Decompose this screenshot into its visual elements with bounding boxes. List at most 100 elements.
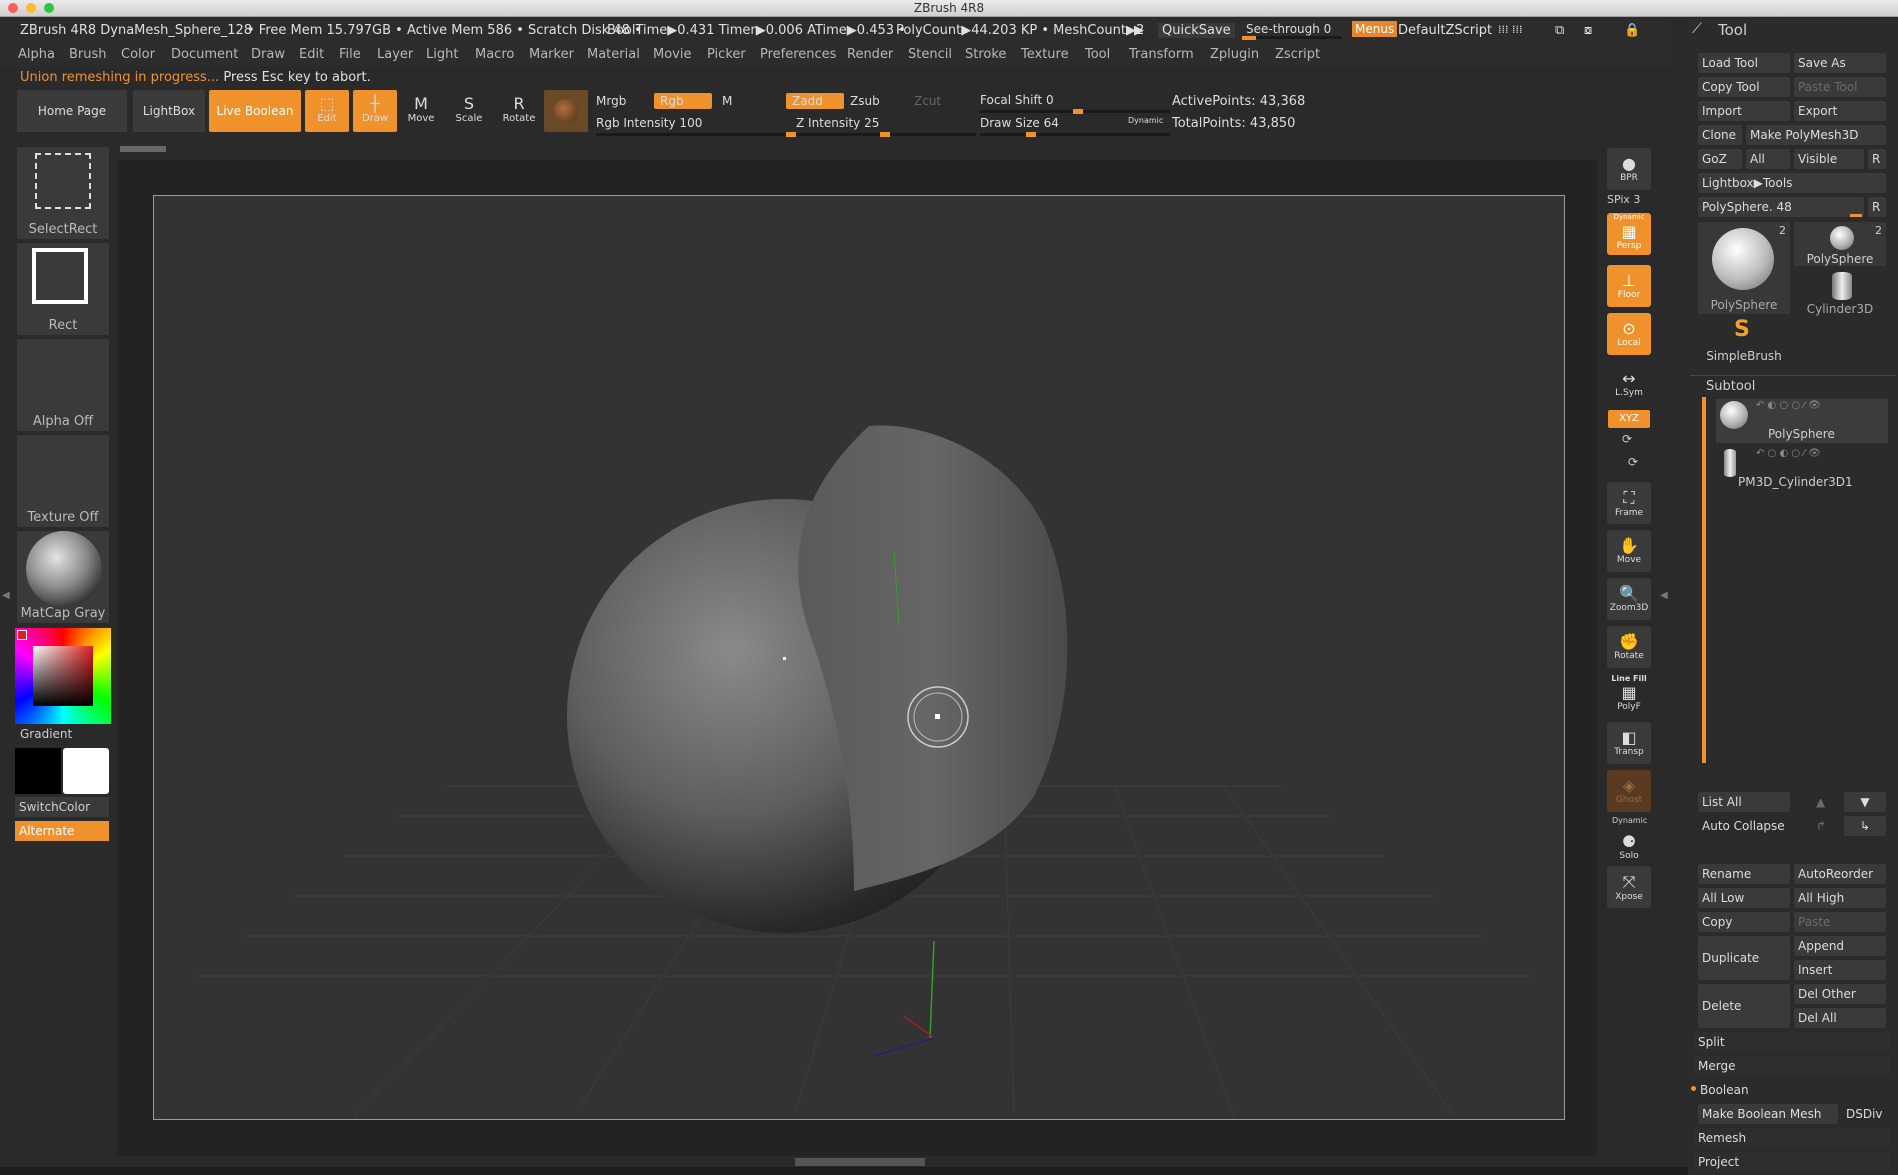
menu-macro[interactable]: Macro <box>475 47 514 62</box>
rotate-view-button[interactable]: ✊ Rotate <box>1607 626 1651 668</box>
rotate-z-icon[interactable]: ⟳ <box>1628 455 1638 469</box>
subtool-header[interactable]: Subtool <box>1706 379 1755 394</box>
mrgb-toggle[interactable]: Mrgb <box>596 94 626 108</box>
edit-button[interactable]: ⬚ Edit <box>305 90 349 132</box>
tool-thumb-polysphere[interactable]: 2 PolySphere <box>1698 222 1790 314</box>
dsdiv-slider[interactable]: DSDiv <box>1842 1104 1886 1124</box>
lsym-button[interactable]: ↔ L.Sym <box>1607 363 1651 405</box>
lightbox-button[interactable]: LightBox <box>133 90 205 132</box>
make-polymesh3d-button[interactable]: Make PolyMesh3D <box>1746 125 1886 145</box>
export-button[interactable]: Export <box>1794 101 1886 121</box>
polysphere-slider[interactable]: PolySphere. 48 <box>1698 197 1864 217</box>
xpose-button[interactable]: ⤧ Xpose <box>1607 866 1651 908</box>
left-dock-collapse-arrow-icon[interactable]: ◀ <box>2 590 10 601</box>
selectrect-brush-slot[interactable]: SelectRect <box>17 147 109 239</box>
texture-slot[interactable]: Texture Off <box>17 435 109 527</box>
rotate-button[interactable]: R Rotate <box>499 90 539 132</box>
delete-button[interactable]: Delete <box>1698 984 1790 1028</box>
solo-button[interactable]: ⚈ Solo <box>1607 826 1651 868</box>
menu-document[interactable]: Document <box>171 47 238 62</box>
copy-subtool-button[interactable]: Copy <box>1698 912 1790 932</box>
tool-thumb-cylinder3d[interactable]: Cylinder3D <box>1794 270 1886 316</box>
move-down-icon[interactable]: ▼ <box>1844 792 1886 812</box>
bottom-tray-handle[interactable] <box>795 1158 925 1166</box>
make-boolean-mesh-button[interactable]: Make Boolean Mesh <box>1698 1104 1838 1124</box>
del-all-button[interactable]: Del All <box>1794 1008 1886 1028</box>
subtool-toggles-icon[interactable]: ↶ ◐ ○ ○ ⁄ 👁 <box>1756 400 1821 411</box>
move-down-branch-icon[interactable]: ↳ <box>1844 816 1886 836</box>
menu-file[interactable]: File <box>339 47 361 62</box>
menu-preferences[interactable]: Preferences <box>760 47 836 62</box>
local-button[interactable]: ⊙ Local <box>1607 313 1651 355</box>
zadd-toggle[interactable]: Zadd <box>786 93 844 109</box>
menu-zscript[interactable]: Zscript <box>1275 47 1320 62</box>
persp-button[interactable]: Dynamic ▦ Persp <box>1607 213 1651 255</box>
viewport-canvas[interactable] <box>153 195 1565 1120</box>
all-low-button[interactable]: All Low <box>1698 888 1790 908</box>
material-swatch-button[interactable] <box>544 90 588 132</box>
dock-collapse-arrow-icon[interactable]: ◀ <box>1660 590 1668 601</box>
switchcolor-button[interactable]: SwitchColor <box>15 797 109 817</box>
stroke-rect-slot[interactable]: Rect <box>17 243 109 335</box>
tool-thumb-polysphere-2[interactable]: 2 PolySphere <box>1794 222 1886 266</box>
rgb-intensity-slider[interactable] <box>596 132 796 137</box>
menu-layer[interactable]: Layer <box>377 47 413 62</box>
scale-button[interactable]: S Scale <box>449 90 489 132</box>
alternate-button[interactable]: Alternate <box>15 821 109 841</box>
menu-brush[interactable]: Brush <box>69 47 107 62</box>
load-tool-button[interactable]: Load Tool <box>1698 53 1790 73</box>
move-up-branch-icon[interactable]: ↱ <box>1812 816 1840 836</box>
move-up-icon[interactable]: ▲ <box>1812 792 1840 812</box>
goz-r-button[interactable]: R <box>1868 149 1886 169</box>
tool-palette-grip-icon[interactable]: ⟋ <box>1692 21 1702 37</box>
menu-zplugin[interactable]: Zplugin <box>1210 47 1259 62</box>
m-toggle[interactable]: M <box>722 94 732 108</box>
draw-button[interactable]: ┼ Draw <box>353 90 397 132</box>
rename-button[interactable]: Rename <box>1698 864 1790 884</box>
subtool-item-polysphere[interactable]: ↶ ◐ ○ ○ ⁄ 👁 PolySphere <box>1716 399 1888 443</box>
import-button[interactable]: Import <box>1698 101 1790 121</box>
menu-stencil[interactable]: Stencil <box>908 47 952 62</box>
boolean-section[interactable]: Boolean <box>1696 1080 1890 1100</box>
append-button[interactable]: Append <box>1794 936 1886 956</box>
play-icon[interactable]: ▶ <box>1134 23 1144 38</box>
menu-movie[interactable]: Movie <box>653 47 691 62</box>
frame-button[interactable]: ⛶ Frame <box>1607 482 1651 524</box>
duplicate-button[interactable]: Duplicate <box>1698 936 1790 980</box>
rgb-toggle[interactable]: Rgb <box>654 93 712 109</box>
ghost-button[interactable]: ◈ Ghost <box>1607 770 1651 812</box>
tool-thumb-simplebrush[interactable]: S SimpleBrush <box>1698 317 1790 363</box>
insert-button[interactable]: Insert <box>1794 960 1886 980</box>
menu-marker[interactable]: Marker <box>529 47 574 62</box>
material-slot[interactable]: MatCap Gray <box>17 531 109 623</box>
paste-tool-button[interactable]: Paste Tool <box>1794 77 1886 97</box>
lightbox-tools-button[interactable]: Lightbox▶Tools <box>1698 173 1886 193</box>
polysphere-r-button[interactable]: R <box>1868 197 1886 217</box>
all-button[interactable]: All <box>1746 149 1790 169</box>
clone-button[interactable]: Clone <box>1698 125 1742 145</box>
move-button[interactable]: M Move <box>401 90 441 132</box>
menu-transform[interactable]: Transform <box>1129 47 1194 62</box>
subtool-scrollbar[interactable] <box>1702 397 1706 763</box>
merge-section[interactable]: Merge <box>1694 1056 1890 1076</box>
layout-icon[interactable]: ⁞⁞⁞ ⁞⁞⁞ <box>1498 23 1522 36</box>
transp-button[interactable]: ◧ Transp <box>1607 722 1651 764</box>
alpha-slot[interactable]: Alpha Off <box>17 339 109 431</box>
xyz-button[interactable]: XYZ <box>1608 410 1650 428</box>
subtool-toggles-icon-2[interactable]: ↶ ○ ◐ ○ ⁄ 👁 <box>1756 448 1821 459</box>
menu-alpha[interactable]: Alpha <box>18 47 55 62</box>
color-picker[interactable] <box>15 628 111 724</box>
menu-edit[interactable]: Edit <box>299 47 324 62</box>
copy-tool-button[interactable]: Copy Tool <box>1698 77 1790 97</box>
zoom3d-button[interactable]: 🔍 Zoom3D <box>1607 578 1651 620</box>
gradient-label[interactable]: Gradient <box>20 727 72 741</box>
all-high-button[interactable]: All High <box>1794 888 1886 908</box>
floor-button[interactable]: ⊥ Floor <box>1607 265 1651 307</box>
goz-button[interactable]: GoZ <box>1698 149 1742 169</box>
see-through-slider[interactable]: See-through 0 <box>1240 20 1344 40</box>
menu-light[interactable]: Light <box>426 47 458 62</box>
menu-draw[interactable]: Draw <box>251 47 285 62</box>
window-icon[interactable]: ⧉ <box>1555 23 1564 38</box>
draw-size-slider[interactable] <box>980 132 1170 137</box>
lock-icon[interactable]: 🔒 <box>1624 23 1640 38</box>
